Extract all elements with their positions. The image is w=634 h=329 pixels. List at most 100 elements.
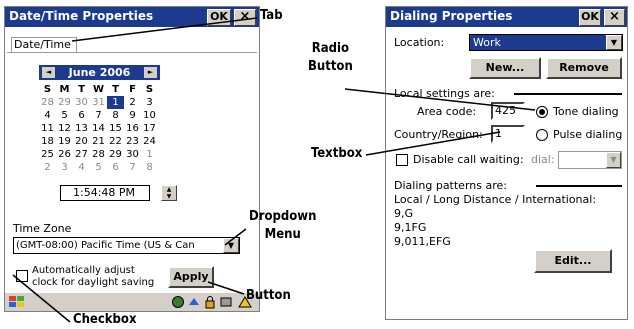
location-value: Work xyxy=(473,36,501,49)
ok-button[interactable]: OK xyxy=(207,9,231,26)
chevron-down-icon[interactable]: ▼ xyxy=(223,238,239,253)
calendar-day[interactable]: 23 xyxy=(124,135,141,148)
calendar-day[interactable]: 31 xyxy=(90,96,107,109)
windows-flag-icon[interactable] xyxy=(8,295,26,309)
local-settings-label: Local settings are: xyxy=(394,87,495,100)
calendar[interactable]: ◄ June 2006 ► S M T W T F S 28 29 30 31 1 2 3 4 5 6 7 8 9 10… xyxy=(39,65,160,173)
calendar-day[interactable]: 9 xyxy=(124,109,141,122)
calendar-day[interactable]: 22 xyxy=(107,135,124,148)
connection-icon[interactable] xyxy=(219,295,233,309)
timezone-dropdown[interactable]: (GMT-08:00) Pacific Time (US & Can xyxy=(13,237,240,254)
remove-location-button[interactable]: Remove xyxy=(546,57,622,79)
pattern-local: 9,G xyxy=(394,207,414,220)
dropdown-annotation-line2: Menu xyxy=(264,227,301,242)
dialing-close-button[interactable]: × xyxy=(604,9,625,26)
calendar-day[interactable]: 2 xyxy=(39,161,56,174)
time-spinner[interactable]: ▲ ▼ xyxy=(161,185,177,201)
country-input[interactable]: 1 xyxy=(491,125,525,143)
calendar-day[interactable]: 20 xyxy=(73,135,90,148)
area-code-input[interactable]: 425 xyxy=(491,102,525,120)
call-waiting-chevron-down-icon[interactable]: ▼ xyxy=(606,152,621,168)
dialing-patterns-label: Dialing patterns are: xyxy=(394,179,507,192)
calendar-day[interactable]: 2 xyxy=(124,96,141,109)
tone-dialing-label: Tone dialing xyxy=(553,105,619,118)
tone-dialing-radio[interactable] xyxy=(536,106,548,118)
calendar-day[interactable]: 13 xyxy=(73,122,90,135)
dialing-title: Dialing Properties xyxy=(390,9,513,23)
local-settings-divider xyxy=(514,93,622,95)
new-location-button[interactable]: New... xyxy=(469,57,541,79)
calendar-day[interactable]: 30 xyxy=(124,148,141,161)
area-code-label: Area code: xyxy=(417,105,477,118)
dial-label: dial: xyxy=(531,153,555,166)
calendar-day[interactable]: 6 xyxy=(73,109,90,122)
taskbar xyxy=(5,292,259,311)
calendar-day[interactable]: 18 xyxy=(39,135,56,148)
disable-call-waiting-label: Disable call waiting: xyxy=(413,153,524,166)
calendar-day[interactable]: 21 xyxy=(90,135,107,148)
calendar-day[interactable]: 5 xyxy=(90,161,107,174)
dst-checkbox[interactable] xyxy=(16,270,28,282)
calendar-weekday-header: S xyxy=(43,84,52,95)
calendar-day[interactable]: 19 xyxy=(56,135,73,148)
edit-patterns-button[interactable]: Edit... xyxy=(534,249,612,273)
calendar-day[interactable]: 4 xyxy=(39,109,56,122)
dropdown-annotation: Dropdown Menu xyxy=(249,208,316,244)
calendar-day[interactable]: 30 xyxy=(73,96,90,109)
calendar-day[interactable]: 1 xyxy=(141,148,158,161)
textbox-annotation: Textbox xyxy=(311,146,363,161)
calendar-day[interactable]: 27 xyxy=(73,148,90,161)
datetime-title: Date/Time Properties xyxy=(9,9,154,23)
pulse-dialing-radio[interactable] xyxy=(536,129,548,141)
calendar-day[interactable]: 28 xyxy=(39,96,56,109)
calendar-day[interactable]: 16 xyxy=(124,122,141,135)
pulse-dialing-label: Pulse dialing xyxy=(553,128,623,141)
time-field[interactable]: 1:54:48 PM xyxy=(60,185,150,201)
calendar-day[interactable]: 29 xyxy=(56,96,73,109)
calendar-day[interactable]: 3 xyxy=(56,161,73,174)
calendar-day[interactable]: 11 xyxy=(39,122,56,135)
calendar-day[interactable]: 17 xyxy=(141,122,158,135)
datetime-window: Date/Time Properties OK × Date/Time ◄ Ju… xyxy=(4,6,260,312)
location-chevron-down-icon[interactable]: ▼ xyxy=(606,35,622,50)
calendar-day[interactable]: 12 xyxy=(56,122,73,135)
disable-call-waiting-checkbox[interactable] xyxy=(396,154,408,166)
calendar-day[interactable]: 26 xyxy=(56,148,73,161)
country-label: Country/Region: xyxy=(394,128,483,141)
close-button[interactable]: × xyxy=(234,9,256,26)
tab-date-time[interactable]: Date/Time xyxy=(11,37,77,53)
dialing-ok-button[interactable]: OK xyxy=(579,9,601,26)
location-dropdown[interactable]: Work xyxy=(469,34,623,51)
calendar-day[interactable]: 8 xyxy=(107,109,124,122)
radio-annotation-line1: Radio xyxy=(311,41,350,56)
dialing-patterns-divider xyxy=(536,185,622,187)
sync-icon[interactable] xyxy=(187,295,201,309)
calendar-day[interactable]: 25 xyxy=(39,148,56,161)
calendar-weekday-header: S xyxy=(145,84,154,95)
next-month-button[interactable]: ► xyxy=(144,67,157,78)
calendar-day[interactable]: 10 xyxy=(141,109,158,122)
apply-button[interactable]: Apply xyxy=(168,266,214,288)
calendar-day[interactable]: 24 xyxy=(141,135,158,148)
calendar-day-selected[interactable]: 1 xyxy=(107,96,124,109)
calendar-day[interactable]: 4 xyxy=(73,161,90,174)
time-value: 1:54:48 PM xyxy=(73,186,136,199)
calendar-day[interactable]: 14 xyxy=(90,122,107,135)
calendar-day[interactable]: 5 xyxy=(56,109,73,122)
calendar-day[interactable]: 6 xyxy=(107,161,124,174)
tab-annotation: Tab xyxy=(260,8,283,23)
calendar-day[interactable]: 29 xyxy=(107,148,124,161)
location-label: Location: xyxy=(394,36,445,49)
calendar-day[interactable]: 3 xyxy=(141,96,158,109)
calendar-day[interactable]: 28 xyxy=(90,148,107,161)
calendar-day[interactable]: 7 xyxy=(90,109,107,122)
month-label: June 2006 xyxy=(68,66,131,79)
network-icon[interactable] xyxy=(171,295,185,309)
lock-icon[interactable] xyxy=(203,295,217,309)
dropdown-annotation-line1: Dropdown xyxy=(249,209,317,224)
calendar-day[interactable]: 15 xyxy=(107,122,124,135)
calendar-header: ◄ June 2006 ► xyxy=(39,65,160,80)
calendar-day[interactable]: 7 xyxy=(124,161,141,174)
calendar-day[interactable]: 8 xyxy=(141,161,158,174)
dst-label-line2: clock for daylight saving xyxy=(32,277,155,288)
